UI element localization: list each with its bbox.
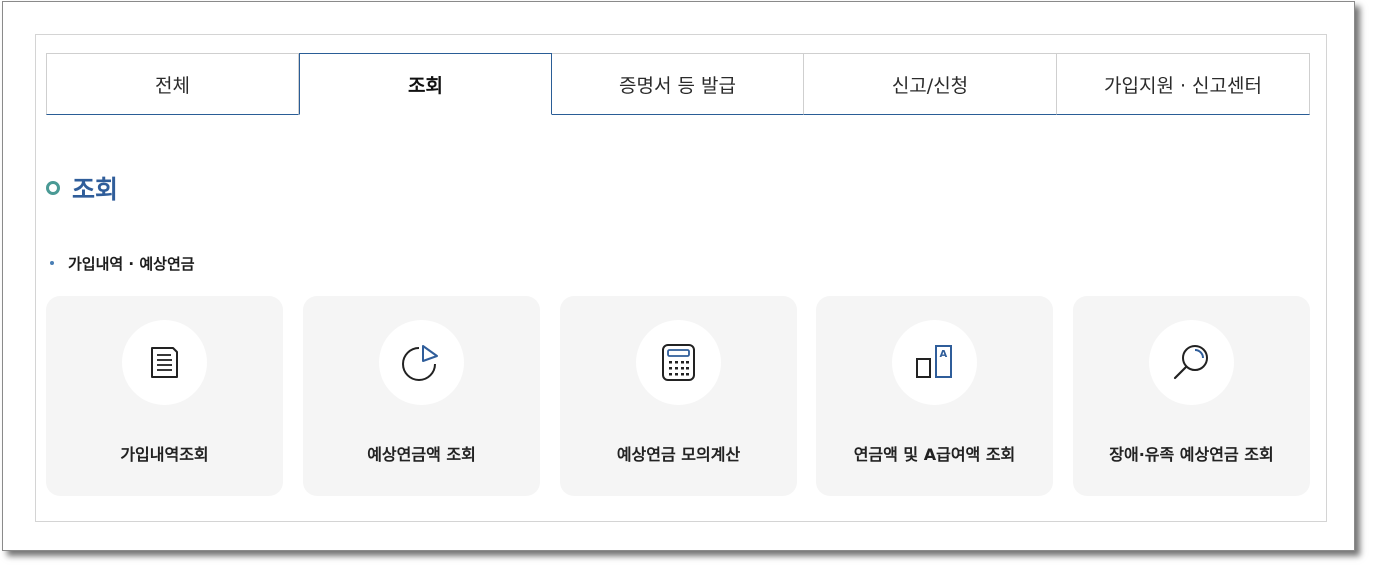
card-label: 가입내역조회 [120, 445, 209, 464]
tab-report-apply[interactable]: 신고/신청 [804, 53, 1057, 115]
tab-inquiry[interactable]: 조회 [299, 53, 552, 115]
dot-bullet-icon [50, 261, 54, 265]
tab-support-center[interactable]: 가입지원 · 신고센터 [1057, 53, 1310, 115]
magnifier-icon [1173, 345, 1208, 380]
card-pension-simulation[interactable]: 예상연금 모의계산 [560, 296, 797, 496]
browser-window: 전체 조회 증명서 등 발급 신고/신청 가입지원 · 신고센터 조회 가입내역… [2, 1, 1355, 551]
card-label: 연금액 및 A급여액 조회 [853, 445, 1016, 464]
icon-circle [379, 320, 464, 405]
section-title: 조회 [72, 175, 119, 204]
icon-circle [636, 320, 721, 405]
card-expected-pension[interactable]: 예상연금액 조회 [303, 296, 540, 496]
card-label: 장애·유족 예상연금 조회 [1109, 445, 1274, 464]
svg-text:A: A [940, 349, 948, 360]
icon-circle [1149, 320, 1234, 405]
card-label: 예상연금 모의계산 [616, 445, 741, 464]
card-grid: 가입내역조회 예상연금액 조회 예상연금 모의계산 A 연금액 및 A급여액 조… [46, 296, 1310, 496]
ring-bullet-icon [46, 181, 60, 195]
pie-chart-icon [402, 345, 438, 381]
icon-circle: A [892, 320, 977, 405]
section-heading: 조회 [46, 173, 119, 204]
subsection-heading: 가입내역 · 예상연금 [50, 252, 195, 274]
subsection-title: 가입내역 · 예상연금 [68, 254, 195, 273]
document-icon [151, 347, 178, 378]
content-panel: 전체 조회 증명서 등 발급 신고/신청 가입지원 · 신고센터 조회 가입내역… [35, 34, 1327, 522]
card-disability-survivor[interactable]: 장애·유족 예상연금 조회 [1073, 296, 1310, 496]
icon-circle [122, 320, 207, 405]
card-label: 예상연금액 조회 [367, 445, 476, 464]
tab-certificate-issue[interactable]: 증명서 등 발급 [552, 53, 804, 115]
card-enrollment-history[interactable]: 가입내역조회 [46, 296, 283, 496]
compare-a-icon: A [916, 345, 952, 378]
tab-bar: 전체 조회 증명서 등 발급 신고/신청 가입지원 · 신고센터 [46, 53, 1310, 116]
card-pension-a-benefit[interactable]: A 연금액 및 A급여액 조회 [816, 296, 1053, 496]
tab-all[interactable]: 전체 [46, 53, 299, 115]
calculator-icon [662, 344, 695, 381]
